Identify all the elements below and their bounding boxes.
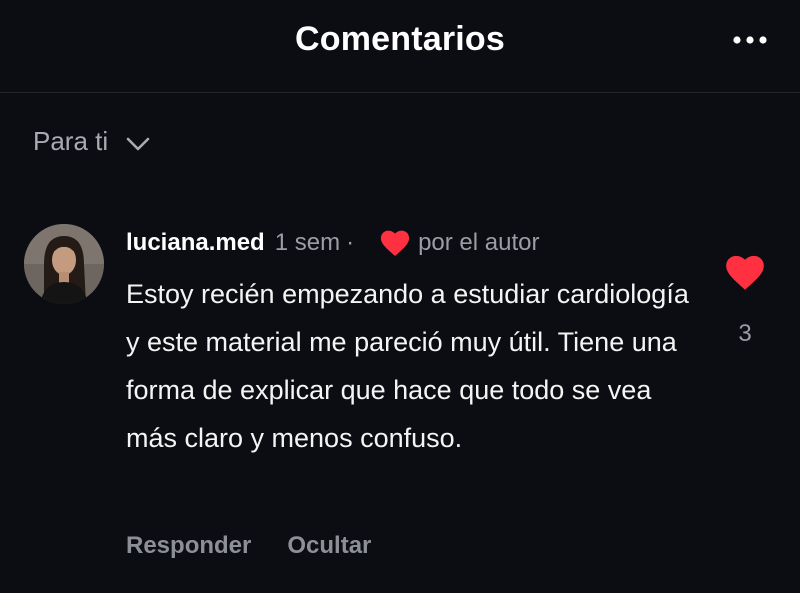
- comment-item: luciana.med 1 sem · por el autor Estoy r…: [126, 226, 706, 462]
- like-count: 3: [738, 320, 752, 347]
- page-title: Comentarios: [294, 20, 506, 58]
- avatar[interactable]: [24, 224, 104, 304]
- more-horizontal-icon: [733, 36, 767, 44]
- liked-by-author-label: por el autor: [418, 229, 540, 256]
- comment-meta: luciana.med 1 sem · por el autor: [126, 226, 706, 260]
- comment-actions: Responder Ocultar: [126, 532, 371, 560]
- comment-username[interactable]: luciana.med: [126, 229, 265, 257]
- hide-button[interactable]: Ocultar: [287, 532, 371, 560]
- heart-icon: [380, 230, 410, 257]
- header: Comentarios: [0, 0, 800, 93]
- sort-filter-dropdown[interactable]: Para ti: [33, 126, 150, 157]
- comment-text: Estoy recién empezando a estudiar cardio…: [126, 279, 689, 453]
- meta-separator: ·: [346, 229, 355, 256]
- reply-button[interactable]: Responder: [126, 532, 251, 560]
- chevron-down-icon: [126, 137, 150, 151]
- like-control: 3: [724, 255, 766, 348]
- sort-filter-label: Para ti: [33, 126, 109, 156]
- heart-icon[interactable]: [725, 255, 765, 296]
- more-options-button[interactable]: [730, 22, 770, 58]
- comment-time: 1 sem: [274, 229, 341, 256]
